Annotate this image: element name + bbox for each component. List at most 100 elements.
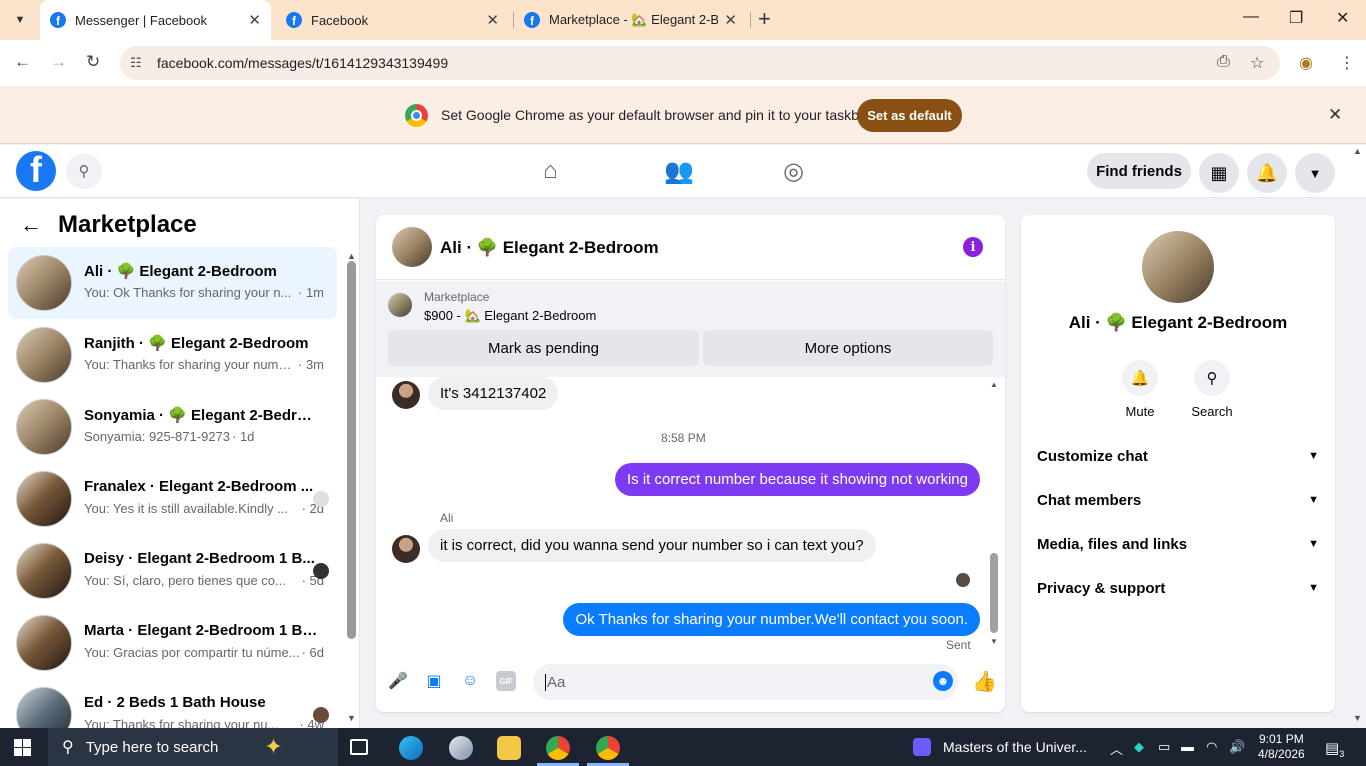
install-app-icon[interactable]: ⎙ bbox=[1217, 53, 1230, 71]
back-arrow-icon[interactable]: ← bbox=[20, 212, 42, 238]
scroll-down-icon[interactable]: ▼ bbox=[990, 637, 998, 646]
more-options-button[interactable]: More options bbox=[703, 330, 993, 366]
tab-search-chevron-icon[interactable]: ▼ bbox=[6, 7, 34, 33]
taskbar-search-box[interactable]: ⚲ Type here to search ✦ bbox=[48, 728, 338, 766]
tray-meet-icon[interactable]: ▭ bbox=[1158, 739, 1170, 755]
message-bubble[interactable]: Is it correct number because it showing … bbox=[615, 463, 980, 496]
conversation-item-ed[interactable]: Ed · 2 Beds 1 Bath House You: Thanks for… bbox=[8, 679, 337, 728]
bookmark-star-icon[interactable]: ☆ bbox=[1250, 53, 1264, 73]
tab-title: Facebook bbox=[311, 12, 369, 28]
site-info-icon[interactable]: ☷ bbox=[130, 55, 150, 71]
task-view-icon[interactable] bbox=[350, 739, 368, 755]
battery-icon[interactable]: ▬ bbox=[1181, 739, 1194, 754]
seen-avatar bbox=[313, 563, 329, 579]
section-privacy-support[interactable]: Privacy & support ▼ bbox=[1037, 574, 1319, 602]
avatar bbox=[16, 615, 72, 671]
tab-close-icon[interactable]: ✕ bbox=[486, 11, 499, 29]
search-icon[interactable]: ⚲ bbox=[1194, 360, 1230, 396]
tab-marketplace[interactable]: f Marketplace - 🏡 Elegant 2-Bed ✕ bbox=[514, 0, 747, 40]
search-action[interactable]: ⚲ Search bbox=[1182, 360, 1242, 419]
facebook-logo-icon[interactable]: f bbox=[16, 151, 56, 191]
facebook-favicon-icon: f bbox=[50, 12, 66, 28]
account-chevron-icon[interactable]: ▼ bbox=[1295, 153, 1335, 193]
thumbs-up-icon[interactable]: 👍 bbox=[972, 669, 997, 694]
section-media-files-links[interactable]: Media, files and links ▼ bbox=[1037, 530, 1319, 558]
menu-grid-icon[interactable]: ▦ bbox=[1199, 153, 1239, 193]
section-chat-members[interactable]: Chat members ▼ bbox=[1037, 486, 1319, 514]
search-icon[interactable]: ⚲ bbox=[66, 153, 102, 189]
avatar[interactable] bbox=[392, 227, 432, 267]
find-friends-button[interactable]: Find friends bbox=[1087, 153, 1191, 189]
page-scroll-up-icon[interactable]: ▲ bbox=[1353, 146, 1362, 156]
media-widget[interactable]: Masters of the Univer... bbox=[913, 738, 1087, 756]
scroll-up-icon[interactable]: ▲ bbox=[347, 251, 356, 261]
conversation-item-deisy[interactable]: Deisy · Elegant 2-Bedroom 1 B... You: Sí… bbox=[8, 535, 337, 607]
chrome-icon[interactable] bbox=[546, 736, 570, 760]
avatar[interactable] bbox=[1142, 231, 1214, 303]
close-window-icon[interactable]: ✕ bbox=[1336, 8, 1349, 28]
conversation-item-ali[interactable]: Ali · 🌳 Elegant 2-Bedroom You: Ok Thanks… bbox=[8, 247, 337, 319]
back-arrow-icon[interactable]: ← bbox=[14, 52, 31, 72]
conversation-name: Franalex · Elegant 2-Bedroom ... bbox=[84, 478, 314, 495]
bell-icon[interactable]: 🔔 bbox=[1122, 360, 1158, 396]
notification-center-icon[interactable]: ▤3 bbox=[1325, 739, 1344, 759]
tab-close-icon[interactable]: ✕ bbox=[248, 11, 261, 29]
chat-scrollbar[interactable] bbox=[990, 553, 998, 633]
microphone-icon[interactable]: 🎤 bbox=[388, 671, 408, 691]
mute-action[interactable]: 🔔 Mute bbox=[1110, 360, 1170, 419]
tray-chevron-up-icon[interactable]: ︿ bbox=[1110, 739, 1123, 758]
chat-title[interactable]: Ali · 🌳 Elegant 2-Bedroom bbox=[440, 238, 659, 258]
info-icon[interactable]: i bbox=[963, 237, 983, 257]
chrome-profile-icon[interactable] bbox=[596, 736, 620, 760]
file-explorer-icon[interactable] bbox=[497, 736, 521, 760]
conversation-list-scrollbar[interactable] bbox=[347, 261, 356, 639]
tab-messenger[interactable]: f Messenger | Facebook ✕ bbox=[40, 0, 271, 40]
photo-icon[interactable]: ▣ bbox=[424, 671, 444, 691]
address-bar[interactable]: ☷ facebook.com/messages/t/16141293431394… bbox=[120, 46, 1280, 80]
wifi-icon[interactable]: ◠ bbox=[1206, 739, 1217, 755]
page-scroll-down-icon[interactable]: ▼ bbox=[1353, 713, 1362, 723]
scroll-down-icon[interactable]: ▼ bbox=[347, 713, 356, 723]
conversation-item-marta[interactable]: Marta · Elegant 2-Bedroom 1 Ba... You: G… bbox=[8, 607, 337, 679]
message-bubble[interactable]: It's 3412137402 bbox=[428, 377, 559, 410]
forward-arrow-icon[interactable]: → bbox=[50, 52, 67, 72]
tab-close-icon[interactable]: ✕ bbox=[724, 11, 737, 29]
groups-icon[interactable]: ◎ bbox=[783, 157, 804, 186]
chrome-logo-icon bbox=[405, 104, 428, 127]
conversation-item-ranjith[interactable]: Ranjith · 🌳 Elegant 2-Bedroom You: Thank… bbox=[8, 319, 337, 391]
emoji-icon[interactable]: ☻ bbox=[933, 671, 953, 691]
notifications-bell-icon[interactable]: 🔔 bbox=[1247, 153, 1287, 193]
message-input[interactable]: Aa bbox=[533, 664, 958, 700]
chrome-menu-icon[interactable]: ⋮ bbox=[1339, 53, 1355, 73]
home-icon[interactable]: ⌂ bbox=[543, 157, 558, 185]
friends-icon[interactable]: 👥 bbox=[664, 157, 694, 186]
search-label: Search bbox=[1191, 404, 1233, 419]
paint-app-icon[interactable] bbox=[449, 736, 473, 760]
tab-facebook[interactable]: f Facebook ✕ bbox=[276, 0, 509, 40]
banner-close-icon[interactable]: ✕ bbox=[1328, 105, 1342, 125]
gif-icon[interactable]: GIF bbox=[496, 671, 516, 691]
windows-start-icon[interactable] bbox=[14, 739, 31, 756]
profile-icon[interactable]: ◉ bbox=[1299, 53, 1313, 73]
mark-as-pending-button[interactable]: Mark as pending bbox=[388, 330, 699, 366]
section-customize-chat[interactable]: Customize chat ▼ bbox=[1037, 442, 1319, 470]
message-bubble[interactable]: it is correct, did you wanna send your n… bbox=[428, 529, 876, 562]
message-bubble[interactable]: Ok Thanks for sharing your number.We'll … bbox=[563, 603, 980, 636]
tray-app-icon[interactable]: ◆ bbox=[1134, 739, 1144, 755]
listing-thumbnail[interactable] bbox=[388, 293, 412, 317]
new-tab-plus-icon[interactable]: + bbox=[758, 8, 771, 30]
sticker-icon[interactable]: ☺ bbox=[460, 671, 480, 691]
scroll-up-icon[interactable]: ▲ bbox=[990, 380, 998, 389]
set-as-default-button[interactable]: Set as default bbox=[857, 99, 962, 132]
info-name: Ali · 🌳 Elegant 2-Bedroom bbox=[1068, 313, 1288, 332]
reload-icon[interactable]: ↻ bbox=[86, 52, 100, 72]
conversation-item-franalex[interactable]: Franalex · Elegant 2-Bedroom ... You: Ye… bbox=[8, 463, 337, 535]
listing-title[interactable]: $900 - 🏡 Elegant 2-Bedroom bbox=[424, 308, 596, 324]
minimize-icon[interactable]: — bbox=[1243, 8, 1259, 26]
section-label: Media, files and links bbox=[1037, 535, 1188, 553]
edge-browser-icon[interactable] bbox=[399, 736, 423, 760]
conversation-item-sonyamia[interactable]: Sonyamia · 🌳 Elegant 2-Bedroom Sonyamia:… bbox=[8, 391, 337, 463]
taskbar-clock[interactable]: 9:01 PM 4/8/2026 bbox=[1258, 732, 1305, 762]
volume-icon[interactable]: 🔊 bbox=[1229, 739, 1245, 755]
restore-icon[interactable]: ❐ bbox=[1289, 8, 1303, 28]
